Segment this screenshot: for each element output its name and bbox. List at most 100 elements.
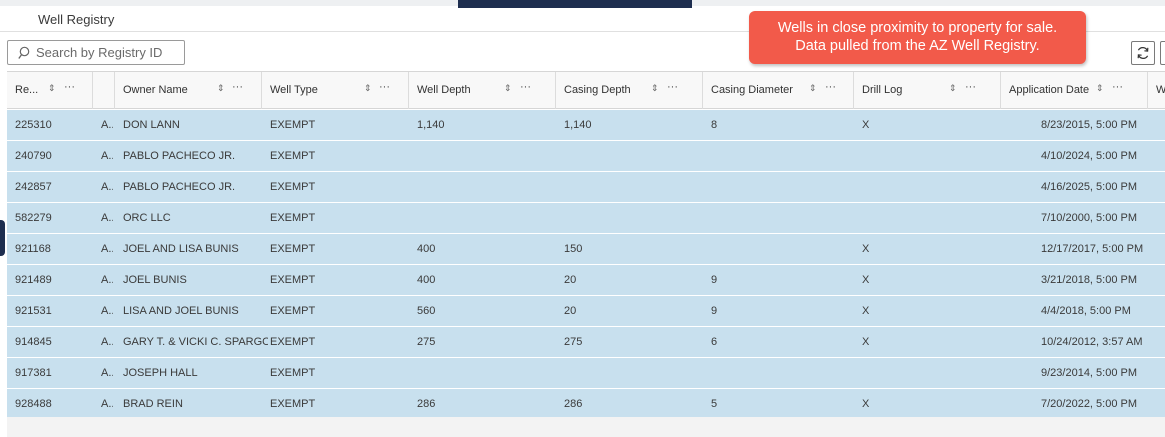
cell-casing-depth: 1,140 <box>564 119 592 131</box>
table-row[interactable]: 928488 A.. BRAD REIN EXEMPT 286 286 5 X 7/20/202… <box>7 389 1165 417</box>
cell-a: A.. <box>101 212 113 224</box>
cell-type: EXEMPT <box>270 367 316 379</box>
more-options-icon[interactable]: ··· <box>64 81 75 93</box>
cell-a: A.. <box>101 336 113 348</box>
info-callout: Wells in close proximity to property for… <box>749 11 1086 64</box>
sort-icon[interactable]: ⇕ <box>364 83 372 94</box>
cell-casing-depth <box>564 172 701 202</box>
column-header-label: Well Depth <box>417 84 471 96</box>
sort-icon[interactable]: ⇕ <box>651 83 659 94</box>
data-table: Re... ⇕ ··· Owner Name ⇕ ··· Well Type ⇕ ··· Well… <box>7 71 1165 417</box>
column-header-9[interactable]: W <box>1148 72 1165 109</box>
cell-casing-diameter: 9 <box>711 274 718 286</box>
cell-date: 10/24/2012, 3:57 AM <box>1041 336 1143 348</box>
cell-drill-log: X <box>862 305 870 317</box>
cell-date: 12/17/2017, 5:00 PM <box>1041 243 1144 255</box>
callout-line-1: Wells in close proximity to property for… <box>777 20 1058 36</box>
cell-casing-diameter <box>711 234 852 264</box>
cell-type: EXEMPT <box>270 212 316 224</box>
column-header-2[interactable]: Owner Name ⇕ ··· <box>115 72 262 109</box>
search-icon <box>18 46 30 59</box>
cell-owner: ORC LLC <box>123 212 171 224</box>
column-header-5[interactable]: Casing Depth ⇕ ··· <box>556 72 703 109</box>
table-row[interactable]: 582279 A.. ORC LLC EXEMPT 7/10/2000, 5:00 PM <box>7 203 1165 234</box>
sort-icon[interactable]: ⇕ <box>809 83 817 94</box>
column-header-6[interactable]: Casing Diameter ⇕ ··· <box>703 72 854 109</box>
cell-date: 4/16/2025, 5:00 PM <box>1041 181 1138 193</box>
cell-a: A.. <box>101 181 113 193</box>
column-header-4[interactable]: Well Depth ⇕ ··· <box>409 72 556 109</box>
cell-owner: PABLO PACHECO JR. <box>123 181 236 193</box>
cell-owner: GARY T. & VICKI C. SPARGO <box>123 336 268 348</box>
table-row[interactable]: 914845 A.. GARY T. & VICKI C. SPARGOEXEMPT… <box>7 327 1165 358</box>
cell-drill-log: X <box>862 398 870 410</box>
column-header-0[interactable]: Re... ⇕ ··· <box>7 72 93 109</box>
sort-icon[interactable]: ⇕ <box>504 83 512 94</box>
cell-drill-log <box>862 141 999 171</box>
table-row[interactable]: 917381 A.. JOSEPH HALL EXEMPT 9/23/2014, 5:0… <box>7 358 1165 389</box>
cell-casing-depth: 20 <box>564 274 577 286</box>
sort-icon[interactable]: ⇕ <box>217 83 225 94</box>
cell-registry: 242857 <box>15 181 52 193</box>
cell-registry: 921168 <box>15 243 51 255</box>
table-row[interactable]: 225310 A.. DON LANN EXEMPT 1,140 1,140 8 X 8/23/… <box>7 110 1165 141</box>
refresh-icon <box>1137 47 1149 59</box>
cell-depth: 560 <box>417 305 436 317</box>
cell-type: EXEMPT <box>270 181 316 193</box>
cell-drill-log: X <box>862 336 870 348</box>
cell-casing-depth <box>564 358 701 388</box>
more-options-icon[interactable]: ··· <box>825 81 836 93</box>
sort-icon[interactable]: ⇕ <box>1096 83 1104 94</box>
cell-drill-log: X <box>862 119 870 131</box>
cell-casing-diameter <box>711 172 852 202</box>
cell-depth: 400 <box>417 274 436 286</box>
cell-casing-depth <box>564 203 701 233</box>
cell-depth: 400 <box>417 243 436 255</box>
cell-a: A.. <box>101 119 113 131</box>
more-options-icon[interactable]: ··· <box>232 81 243 93</box>
search-input[interactable] <box>36 44 181 61</box>
more-options-icon[interactable]: ··· <box>965 81 976 93</box>
more-options-icon[interactable]: ··· <box>379 81 390 93</box>
table-row[interactable]: 240790 A.. PABLO PACHECO JR. EXEMPT 4/10/202… <box>7 141 1165 172</box>
more-options-icon[interactable]: ··· <box>667 81 678 93</box>
cell-owner: PABLO PACHECO JR. <box>123 150 236 162</box>
cell-owner: JOSEPH HALL <box>123 367 198 379</box>
sort-icon[interactable]: ⇕ <box>949 83 957 94</box>
table-row[interactable]: 242857 A.. PABLO PACHECO JR. EXEMPT 4/16/202… <box>7 172 1165 203</box>
options-button[interactable] <box>1160 41 1165 65</box>
table-row[interactable]: 921531 A.. LISA AND JOEL BUNIS EXEMPT 560 20 9… <box>7 296 1165 327</box>
refresh-button[interactable] <box>1131 41 1155 65</box>
cell-depth: 275 <box>417 336 436 348</box>
column-header-8[interactable]: Application Date ⇕ ··· <box>1001 72 1148 109</box>
table-row[interactable]: 921489 A.. JOEL BUNIS EXEMPT 400 20 9 X 3/21/201… <box>7 265 1165 296</box>
cell-drill-log <box>862 172 999 202</box>
cell-registry: 928488 <box>15 398 52 410</box>
cell-registry: 921531 <box>15 305 52 317</box>
column-header-7[interactable]: Drill Log ⇕ ··· <box>854 72 1001 109</box>
cell-a: A.. <box>101 398 113 410</box>
column-header-1[interactable] <box>93 72 115 109</box>
cell-date: 7/10/2000, 5:00 PM <box>1041 212 1138 224</box>
column-header-label: Well Type <box>270 84 318 96</box>
panel-title: Well Registry <box>38 12 115 27</box>
sort-icon[interactable]: ⇕ <box>48 83 56 94</box>
cell-casing-diameter: 5 <box>711 398 718 410</box>
column-header-3[interactable]: Well Type ⇕ ··· <box>262 72 409 109</box>
table-footer <box>7 417 1165 437</box>
cell-depth <box>417 358 554 388</box>
cell-drill-log: X <box>862 243 870 255</box>
column-header-label: Re... <box>15 84 39 96</box>
search-box[interactable] <box>7 40 185 65</box>
more-options-icon[interactable]: ··· <box>1112 81 1123 93</box>
column-header-label: Casing Diameter <box>711 84 793 96</box>
side-panel-toggle[interactable] <box>0 220 5 256</box>
table-row[interactable]: 921168 A.. JOEL AND LISA BUNIS EXEMPT 400 150… <box>7 234 1165 265</box>
cell-casing-diameter <box>711 141 852 171</box>
cell-casing-diameter <box>711 358 852 388</box>
column-header-label: Owner Name <box>123 84 188 96</box>
cell-casing-depth: 275 <box>564 336 583 348</box>
cell-owner: LISA AND JOEL BUNIS <box>123 305 239 317</box>
more-options-icon[interactable]: ··· <box>520 81 531 93</box>
cell-a: A.. <box>101 305 113 317</box>
